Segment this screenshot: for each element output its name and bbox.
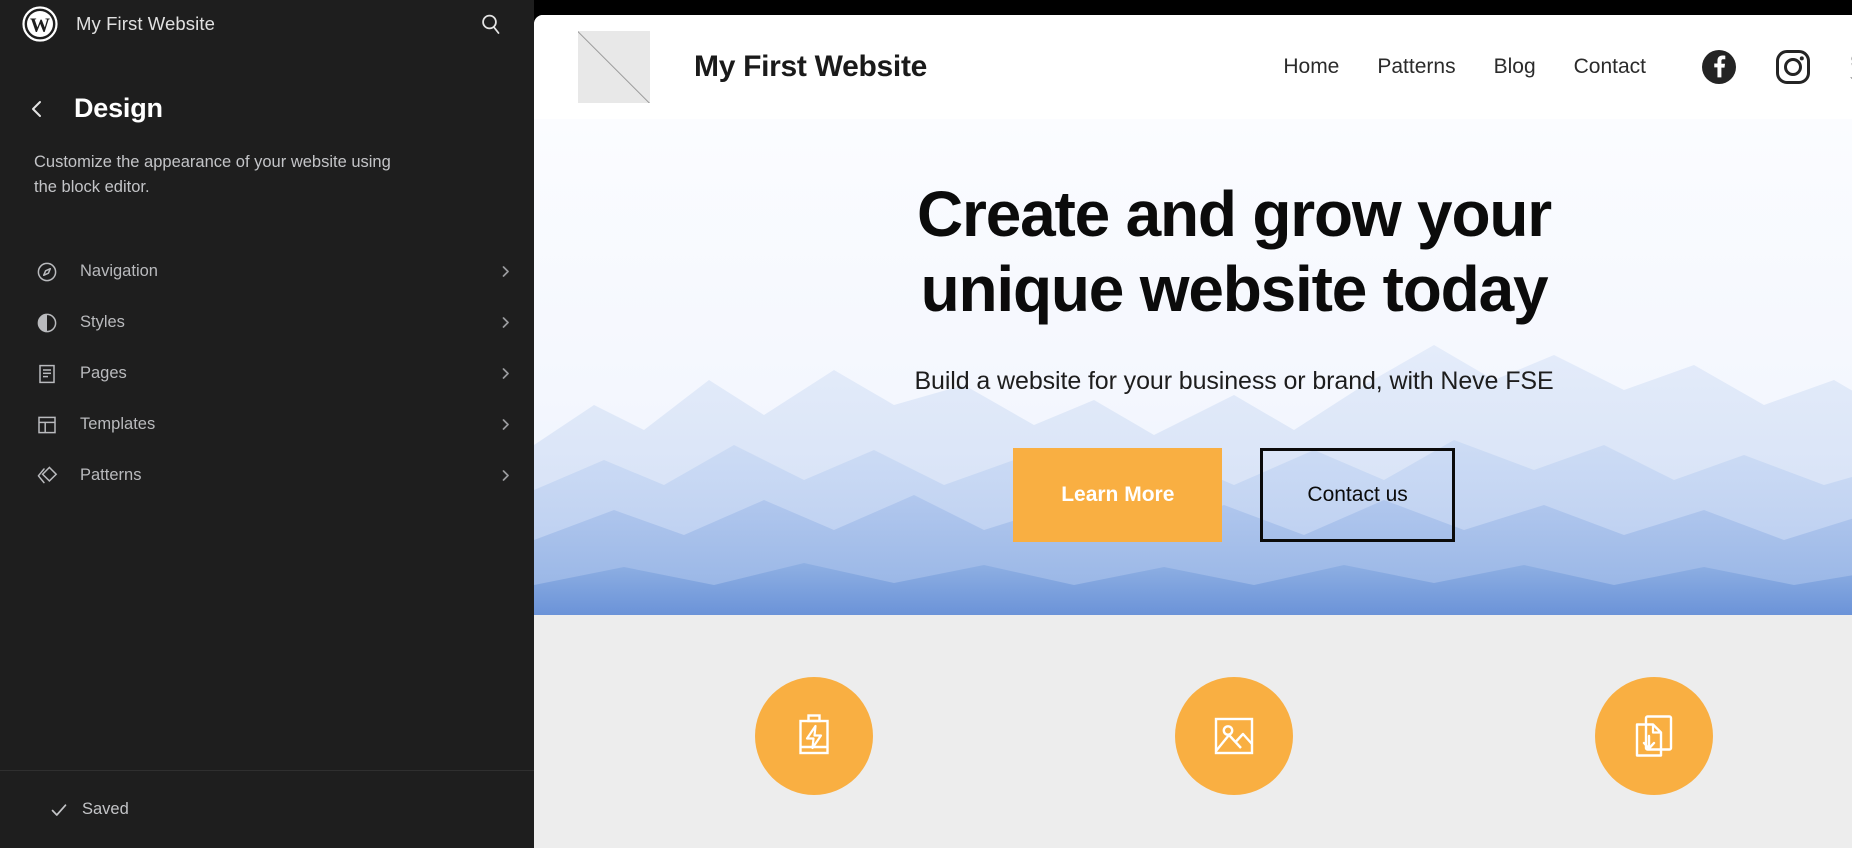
sidebar-item-templates[interactable]: Templates bbox=[0, 399, 534, 450]
chevron-right-icon bbox=[498, 316, 512, 329]
site-header: My First Website Home Patterns Blog Cont… bbox=[534, 15, 1852, 119]
feature-item bbox=[1026, 677, 1442, 795]
site-preview-title: My First Website bbox=[694, 50, 928, 83]
feature-item bbox=[1446, 677, 1852, 795]
battery-lightning-icon bbox=[754, 677, 873, 795]
hero-button-group: Learn More Contact us bbox=[1013, 447, 1455, 542]
features-section bbox=[534, 615, 1852, 848]
learn-more-button[interactable]: Learn More bbox=[1013, 447, 1223, 542]
document-download-icon bbox=[1594, 677, 1713, 795]
chevron-right-icon bbox=[498, 265, 512, 278]
search-icon[interactable] bbox=[474, 7, 508, 41]
sidebar-header: Design bbox=[0, 48, 534, 124]
site-preview-frame: My First Website Home Patterns Blog Cont… bbox=[534, 15, 1852, 848]
page-title: Design bbox=[74, 93, 163, 123]
wordpress-logo-icon[interactable]: W bbox=[22, 6, 58, 42]
social-links bbox=[1700, 48, 1852, 86]
nav-link-blog[interactable]: Blog bbox=[1494, 55, 1536, 79]
save-status-label: Saved bbox=[82, 800, 129, 818]
sidebar-item-navigation[interactable]: Navigation bbox=[0, 246, 534, 297]
hero-section: Create and grow your unique website toda… bbox=[534, 119, 1852, 615]
site-navigation: Home Patterns Blog Contact bbox=[1283, 55, 1646, 79]
chevron-right-icon bbox=[498, 469, 512, 482]
compass-icon bbox=[34, 259, 60, 285]
sidebar-item-label: Patterns bbox=[80, 466, 142, 485]
hero-content: Create and grow your unique website toda… bbox=[534, 177, 1852, 542]
site-preview-pane: My First Website Home Patterns Blog Cont… bbox=[534, 0, 1852, 848]
chevron-right-icon bbox=[498, 418, 512, 431]
sidebar-description: Customize the appearance of your website… bbox=[34, 153, 391, 197]
admin-site-name: My First Website bbox=[76, 13, 215, 34]
sidebar-item-label: Pages bbox=[80, 364, 127, 383]
nav-link-contact[interactable]: Contact bbox=[1574, 55, 1646, 79]
contrast-half-circle-icon bbox=[34, 310, 60, 336]
chevron-right-icon bbox=[498, 367, 512, 380]
instagram-icon[interactable] bbox=[1774, 48, 1812, 86]
feature-item bbox=[606, 677, 1022, 795]
diamond-patterns-icon bbox=[34, 463, 60, 489]
admin-sidebar: W My First Website Design Customize the … bbox=[0, 0, 534, 848]
sidebar-item-label: Navigation bbox=[80, 262, 158, 281]
contact-us-button[interactable]: Contact us bbox=[1260, 447, 1455, 542]
svg-text:W: W bbox=[30, 15, 50, 37]
checkmark-icon bbox=[50, 801, 68, 819]
sidebar-topbar: W My First Website bbox=[0, 0, 534, 48]
sidebar-item-label: Styles bbox=[80, 313, 125, 332]
nav-link-patterns[interactable]: Patterns bbox=[1377, 55, 1455, 79]
wordpress-site-editor: W My First Website Design Customize the … bbox=[0, 0, 1852, 848]
placeholder-logo-icon[interactable] bbox=[578, 31, 650, 103]
sidebar-item-patterns[interactable]: Patterns bbox=[0, 450, 534, 501]
nav-link-home[interactable]: Home bbox=[1283, 55, 1339, 79]
document-lines-icon bbox=[34, 361, 60, 387]
hero-heading: Create and grow your unique website toda… bbox=[917, 178, 1552, 325]
layout-template-icon bbox=[34, 412, 60, 438]
chevron-left-icon[interactable] bbox=[14, 98, 60, 120]
sidebar-footer: Saved bbox=[0, 770, 534, 848]
sidebar-item-styles[interactable]: Styles bbox=[0, 297, 534, 348]
hero-subheading: Build a website for your business or bra… bbox=[914, 366, 1554, 395]
facebook-icon[interactable] bbox=[1700, 48, 1738, 86]
image-placeholder-icon bbox=[1174, 677, 1293, 795]
sidebar-item-pages[interactable]: Pages bbox=[0, 348, 534, 399]
sidebar-menu: Navigation Styles Pages Templates Patter… bbox=[0, 246, 534, 501]
sidebar-item-label: Templates bbox=[80, 415, 156, 434]
twitter-icon[interactable] bbox=[1848, 48, 1852, 86]
